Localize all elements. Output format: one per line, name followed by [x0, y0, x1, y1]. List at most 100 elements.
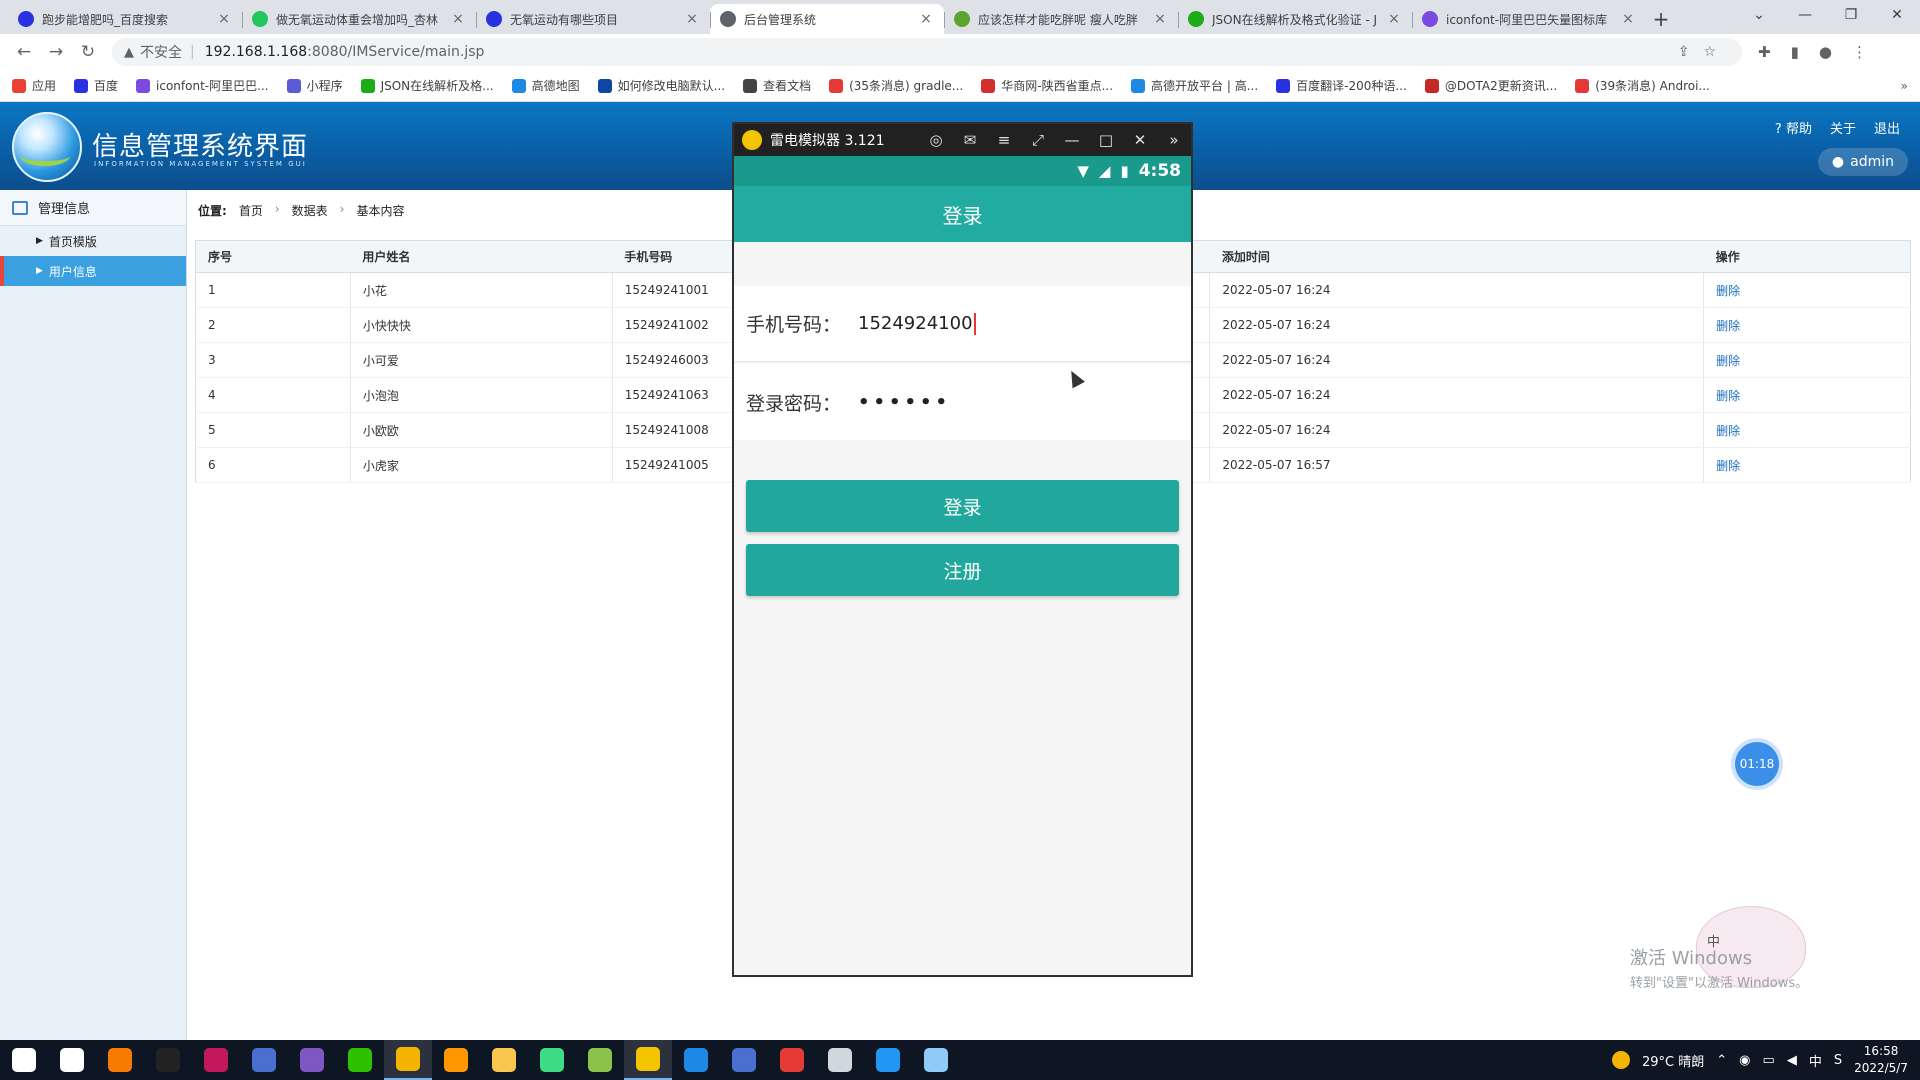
logout-link[interactable]: 退出 — [1874, 118, 1900, 137]
register-button[interactable]: 注册 — [746, 544, 1179, 596]
tab-close-icon[interactable]: × — [216, 11, 232, 27]
delete-link[interactable]: 删除 — [1716, 459, 1740, 473]
delete-link[interactable]: 删除 — [1716, 389, 1740, 403]
tab-close-icon[interactable]: × — [918, 11, 934, 27]
taskbar-app[interactable] — [720, 1040, 768, 1080]
expand-sidebar-icon[interactable]: » — [1157, 131, 1191, 149]
back-icon[interactable]: ← — [8, 42, 40, 62]
recording-timer[interactable]: 01:18 — [1735, 742, 1779, 786]
sidebar-item-home-template[interactable]: ▶ 首页模版 — [0, 226, 186, 256]
new-tab-button[interactable]: + — [1646, 4, 1676, 34]
taskbar-app[interactable] — [768, 1040, 816, 1080]
login-button[interactable]: 登录 — [746, 480, 1179, 532]
bookmark[interactable]: (35条消息) gradle... — [829, 77, 963, 94]
tab-search-icon[interactable]: ⌄ — [1736, 0, 1782, 30]
close-icon[interactable]: ✕ — [1874, 0, 1920, 30]
bookmark[interactable]: (39条消息) Androi... — [1575, 77, 1710, 94]
help-link[interactable]: ? 帮助 — [1775, 118, 1812, 137]
bookmark[interactable]: 高德开放平台 | 高... — [1131, 77, 1258, 94]
bookmark[interactable]: 百度翻译-200种语... — [1276, 77, 1407, 94]
network-icon[interactable]: ▭ — [1763, 1053, 1775, 1068]
browser-tab[interactable]: JSON在线解析及格式化验证 - J × — [1178, 4, 1412, 34]
taskbar-app[interactable] — [816, 1040, 864, 1080]
taskbar-app[interactable] — [912, 1040, 960, 1080]
phone-field[interactable]: 手机号码： 1524924100 — [734, 286, 1191, 362]
minimize-icon[interactable]: — — [1055, 131, 1089, 149]
browser-tab[interactable]: 做无氧运动体重会增加吗_杏林 × — [242, 4, 476, 34]
taskbar-app[interactable] — [384, 1040, 432, 1080]
breadcrumb-item[interactable]: 首页 — [239, 202, 263, 219]
tab-close-icon[interactable]: × — [684, 11, 700, 27]
taskbar-app[interactable] — [144, 1040, 192, 1080]
minimize-icon[interactable]: — — [1782, 0, 1828, 30]
delete-link[interactable]: 删除 — [1716, 284, 1740, 298]
taskbar-app[interactable] — [528, 1040, 576, 1080]
star-icon[interactable]: ☆ — [1703, 44, 1730, 60]
forward-icon[interactable]: → — [40, 42, 72, 62]
taskbar-app[interactable] — [288, 1040, 336, 1080]
chevron-up-icon[interactable]: ⌃ — [1716, 1053, 1727, 1068]
restore-icon[interactable]: ❐ — [1828, 0, 1874, 30]
tab-close-icon[interactable]: × — [1620, 11, 1636, 27]
breadcrumb-item[interactable]: 数据表 — [292, 202, 328, 219]
share-icon[interactable]: ⇪ — [1678, 44, 1704, 60]
reload-icon[interactable]: ↻ — [72, 42, 104, 62]
menu-icon[interactable]: ⋮ — [1852, 43, 1867, 61]
menu-icon[interactable]: ≡ — [987, 131, 1021, 149]
delete-link[interactable]: 删除 — [1716, 319, 1740, 333]
extensions-icon[interactable]: ✚ — [1758, 43, 1771, 61]
taskbar-app[interactable] — [96, 1040, 144, 1080]
bookmark[interactable]: @DOTA2更新资讯... — [1424, 77, 1557, 94]
clock[interactable]: 16:58 2022/5/7 — [1854, 1043, 1908, 1077]
taskbar-app[interactable] — [432, 1040, 480, 1080]
delete-link[interactable]: 删除 — [1716, 424, 1740, 438]
mail-icon[interactable]: ✉ — [953, 131, 987, 149]
password-field[interactable]: 登录密码： •••••• — [734, 364, 1191, 440]
taskbar-app[interactable] — [192, 1040, 240, 1080]
taskbar-app[interactable] — [240, 1040, 288, 1080]
gamepad-icon[interactable]: ◎ — [919, 131, 953, 149]
bookmark[interactable]: 百度 — [74, 77, 118, 94]
bookmark[interactable]: JSON在线解析及格... — [360, 77, 494, 94]
browser-tab-active[interactable]: 后台管理系统 × — [710, 4, 944, 34]
wechat-tray-icon[interactable]: ◉ — [1739, 1053, 1750, 1068]
sogou-icon[interactable]: S — [1834, 1053, 1842, 1068]
bookmark[interactable]: 查看文档 — [743, 77, 811, 94]
start-button[interactable] — [0, 1040, 48, 1080]
bookmark[interactable]: 如何修改电脑默认... — [597, 77, 725, 94]
maximize-icon[interactable]: □ — [1089, 131, 1123, 149]
browser-tab[interactable]: 无氧运动有哪些项目 × — [476, 4, 710, 34]
taskbar-app[interactable] — [672, 1040, 720, 1080]
browser-tab[interactable]: 应该怎样才能吃胖呢 瘦人吃胖 × — [944, 4, 1178, 34]
ime-indicator[interactable]: 中 — [1809, 1051, 1822, 1070]
delete-link[interactable]: 删除 — [1716, 354, 1740, 368]
taskbar-search-button[interactable] — [48, 1040, 96, 1080]
tab-close-icon[interactable]: × — [450, 11, 466, 27]
tab-close-icon[interactable]: × — [1386, 11, 1402, 27]
tab-close-icon[interactable]: × — [1152, 11, 1168, 27]
bookmark[interactable]: 高德地图 — [511, 77, 580, 94]
phone-input[interactable]: 1524924100 — [858, 312, 976, 335]
bookmark[interactable]: 小程序 — [286, 77, 343, 94]
close-icon[interactable]: ✕ — [1123, 131, 1157, 149]
bookmark[interactable]: 应用 — [12, 77, 56, 94]
browser-tab[interactable]: 跑步能增肥吗_百度搜索 × — [8, 4, 242, 34]
volume-icon[interactable]: ◀ — [1787, 1053, 1797, 1068]
user-badge[interactable]: ● admin — [1817, 148, 1908, 176]
weather-text[interactable]: 29°C 晴朗 — [1642, 1051, 1704, 1070]
taskbar-app[interactable] — [480, 1040, 528, 1080]
profile-icon[interactable]: ● — [1819, 43, 1832, 61]
sidebar-item-user-info[interactable]: ▶ 用户信息 — [0, 256, 186, 286]
bookmark[interactable]: 华商网-陕西省重点... — [981, 77, 1113, 94]
taskbar-app[interactable] — [864, 1040, 912, 1080]
taskbar-app[interactable] — [336, 1040, 384, 1080]
bookmark[interactable]: iconfont-阿里巴巴... — [136, 77, 269, 94]
side-panel-icon[interactable]: ▮ — [1791, 43, 1799, 61]
address-bar[interactable]: ▲ 不安全 | 192.168.1.168:8080/IMService/mai… — [112, 38, 1742, 66]
about-link[interactable]: 关于 — [1830, 118, 1856, 137]
browser-tab[interactable]: iconfont-阿里巴巴矢量图标库 × — [1412, 4, 1646, 34]
bookmarks-more-button[interactable]: » — [1901, 79, 1908, 93]
password-input[interactable]: •••••• — [858, 392, 951, 413]
taskbar-app[interactable] — [576, 1040, 624, 1080]
fullscreen-icon[interactable]: ⤢ — [1021, 131, 1055, 149]
